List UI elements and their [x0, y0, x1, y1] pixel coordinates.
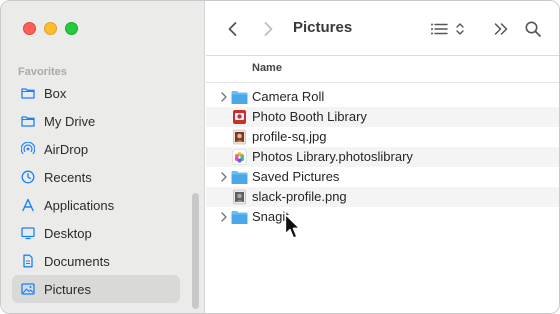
sidebar-item-box[interactable]: Box [12, 79, 180, 107]
sidebar-list: Box My Drive AirDrop Recents Application… [12, 79, 180, 303]
photos-app-icon [231, 149, 248, 165]
sidebar-item-label: Recents [44, 169, 92, 185]
file-name: Camera Roll [252, 89, 325, 104]
photo-booth-icon [231, 109, 248, 125]
file-name: Photos Library.photoslibrary [252, 149, 413, 164]
file-name: Photo Booth Library [252, 109, 367, 124]
window-title: Pictures [293, 19, 353, 36]
pictures-icon [21, 282, 35, 296]
main-pane: Pictures Name Camera Roll Photo Booth Li… [206, 1, 559, 313]
file-row-photos-library[interactable]: Photos Library.photoslibrary [206, 147, 559, 167]
double-chevron-icon [494, 23, 508, 35]
document-icon [21, 254, 35, 268]
toolbar: Pictures [206, 1, 559, 56]
sidebar: Favorites Box My Drive AirDrop Recents A… [1, 1, 205, 313]
applications-icon [21, 198, 35, 212]
sidebar-item-label: Pictures [44, 281, 91, 297]
file-name: slack-profile.png [252, 189, 347, 204]
sidebar-item-label: Desktop [44, 225, 92, 241]
zoom-window-button[interactable] [65, 22, 78, 35]
back-button[interactable] [222, 18, 244, 40]
sidebar-item-my-drive[interactable]: My Drive [12, 107, 180, 135]
file-row-snagit[interactable]: Snagit [206, 207, 559, 227]
sidebar-item-airdrop[interactable]: AirDrop [12, 135, 180, 163]
column-header: Name [206, 56, 559, 83]
chevron-left-icon [228, 22, 237, 36]
file-row-slack-profile[interactable]: slack-profile.png [206, 187, 559, 207]
disclosure-triangle-icon[interactable] [219, 91, 229, 103]
file-row-photo-booth-library[interactable]: Photo Booth Library [206, 107, 559, 127]
search-button[interactable] [522, 18, 544, 40]
sidebar-item-desktop[interactable]: Desktop [12, 219, 180, 247]
folder-icon [21, 86, 35, 100]
file-name: profile-sq.jpg [252, 129, 327, 144]
file-name: Saved Pictures [252, 169, 340, 184]
sidebar-item-label: AirDrop [44, 141, 89, 157]
sidebar-item-label: Documents [44, 253, 110, 269]
close-window-button[interactable] [23, 22, 36, 35]
view-options-button[interactable] [429, 18, 465, 40]
window-controls [23, 22, 78, 35]
more-toolbar-button[interactable] [490, 18, 512, 40]
folder-icon [231, 89, 248, 105]
clock-icon [21, 170, 35, 184]
sidebar-item-recents[interactable]: Recents [12, 163, 180, 191]
forward-button[interactable] [257, 18, 279, 40]
sidebar-item-pictures[interactable]: Pictures [12, 275, 180, 303]
mouse-cursor-icon [284, 213, 301, 239]
file-row-saved-pictures[interactable]: Saved Pictures [206, 167, 559, 187]
file-list: Camera Roll Photo Booth Library profile-… [206, 87, 559, 227]
favorites-heading: Favorites [18, 66, 67, 78]
sidebar-item-applications[interactable]: Applications [12, 191, 180, 219]
disclosure-triangle-icon[interactable] [219, 171, 229, 183]
folder-icon [231, 209, 248, 225]
desktop-icon [21, 226, 35, 240]
airdrop-icon [21, 142, 35, 156]
finder-window: Favorites Box My Drive AirDrop Recents A… [0, 0, 560, 314]
sidebar-scrollbar[interactable] [192, 193, 199, 309]
disclosure-triangle-icon[interactable] [219, 211, 229, 223]
sidebar-item-label: Applications [44, 197, 115, 213]
minimize-window-button[interactable] [44, 22, 57, 35]
image-file-icon [231, 189, 248, 205]
file-row-camera-roll[interactable]: Camera Roll [206, 87, 559, 107]
search-icon [525, 21, 541, 37]
folder-icon [231, 169, 248, 185]
chevron-updown-icon [456, 23, 464, 35]
image-file-icon [231, 129, 248, 145]
chevron-right-icon [264, 22, 273, 36]
list-view-icon [431, 23, 448, 35]
sidebar-item-documents[interactable]: Documents [12, 247, 180, 275]
file-row-profile-sq[interactable]: profile-sq.jpg [206, 127, 559, 147]
name-column-header[interactable]: Name [252, 62, 282, 74]
sidebar-item-label: My Drive [44, 113, 96, 129]
sidebar-item-label: Box [44, 85, 67, 101]
folder-icon [21, 114, 35, 128]
